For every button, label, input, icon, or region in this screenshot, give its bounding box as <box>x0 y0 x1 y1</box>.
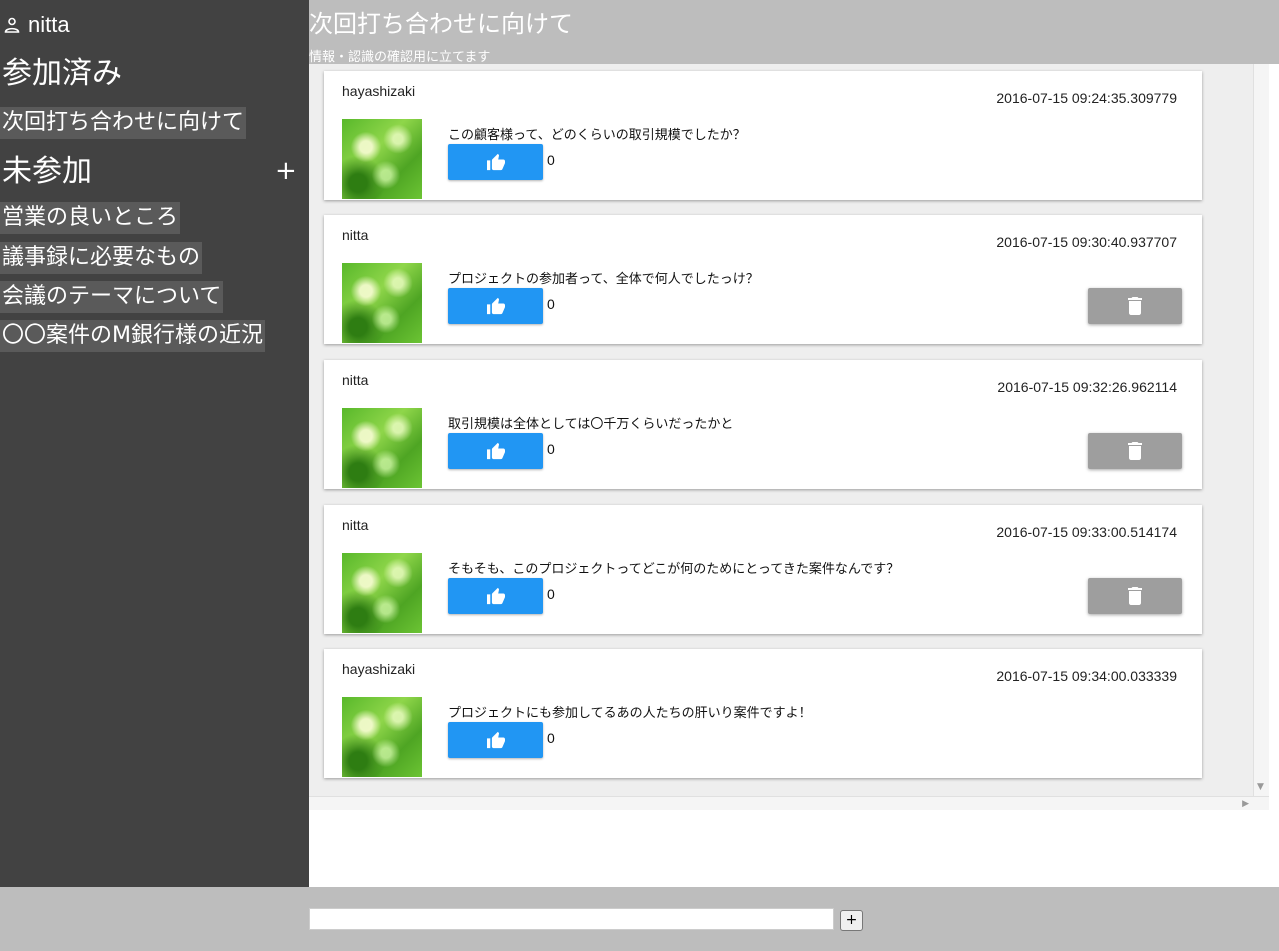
author-avatar-image <box>342 697 422 777</box>
message-timestamp: 2016-07-15 09:33:00.514174 <box>996 524 1177 540</box>
message-timestamp: 2016-07-15 09:24:35.309779 <box>996 90 1177 106</box>
message-list[interactable]: hayashizaki 2016-07-15 09:24:35.309779 こ… <box>309 64 1253 796</box>
delete-button[interactable] <box>1088 288 1182 324</box>
trash-icon <box>1128 297 1142 315</box>
author-avatar-image <box>342 408 422 488</box>
person-icon <box>4 17 20 33</box>
like-button[interactable] <box>448 288 543 324</box>
message-timestamp: 2016-07-15 09:34:00.033339 <box>996 668 1177 684</box>
unjoined-room-item[interactable]: 議事録に必要なもの <box>0 242 203 274</box>
message-card: hayashizaki 2016-07-15 09:34:00.033339 プ… <box>324 649 1202 778</box>
unjoined-room-item[interactable]: 会議のテーマについて <box>0 281 224 313</box>
message-composer: + <box>0 887 1279 951</box>
add-room-button[interactable]: + <box>275 157 297 185</box>
thumbs-up-icon <box>486 153 505 171</box>
thumbs-up-icon <box>486 442 505 460</box>
message-text: プロジェクトにも参加してるあの人たちの肝いり案件ですよ！ <box>448 706 812 721</box>
like-count: 0 <box>547 152 555 168</box>
message-text: プロジェクトの参加者って、全体で何人でしたっけ？ <box>448 272 759 287</box>
like-count: 0 <box>547 586 555 602</box>
vertical-scrollbar[interactable]: ▼ <box>1253 64 1269 796</box>
message-author: hayashizaki <box>342 661 416 677</box>
thumbs-up-icon <box>486 587 505 605</box>
message-author: hayashizaki <box>342 83 416 99</box>
thumbs-up-icon <box>486 297 505 315</box>
like-count: 0 <box>547 441 555 457</box>
message-card: nitta 2016-07-15 09:30:40.937707 プロジェクトの… <box>324 215 1202 344</box>
trash-icon <box>1128 442 1142 460</box>
message-timestamp: 2016-07-15 09:32:26.962114 <box>997 379 1177 395</box>
scroll-right-arrow-icon[interactable]: ▶ <box>1242 798 1249 810</box>
scroll-down-arrow-icon[interactable]: ▼ <box>1257 783 1264 792</box>
joined-rooms-heading: 参加済み <box>2 56 122 91</box>
thumbs-up-icon <box>486 731 505 749</box>
message-card: hayashizaki 2016-07-15 09:24:35.309779 こ… <box>324 71 1202 200</box>
room-title: 次回打ち合わせに向けて <box>309 10 573 38</box>
unjoined-rooms-heading: 未参加 <box>2 154 92 189</box>
sidebar: nitta 参加済み 次回打ち合わせに向けて 未参加 + 営業の良いところ 議事… <box>0 0 309 951</box>
current-user: nitta <box>4 10 70 40</box>
like-count: 0 <box>547 730 555 746</box>
message-author: nitta <box>342 227 369 243</box>
trash-icon <box>1128 587 1142 605</box>
delete-button[interactable] <box>1088 578 1182 614</box>
message-text: 取引規模は全体としては〇千万くらいだったかと <box>448 417 734 432</box>
message-timestamp: 2016-07-15 09:30:40.937707 <box>996 234 1177 250</box>
horizontal-scrollbar[interactable]: ▶ <box>309 796 1269 810</box>
message-card: nitta 2016-07-15 09:33:00.514174 そもそも、この… <box>324 505 1202 634</box>
unjoined-room-item[interactable]: 〇〇案件のM銀行様の近況 <box>0 320 265 352</box>
delete-button[interactable] <box>1088 433 1182 469</box>
send-button[interactable]: + <box>840 910 863 931</box>
like-button[interactable] <box>448 578 543 614</box>
message-card: nitta 2016-07-15 09:32:26.962114 取引規模は全体… <box>324 360 1202 489</box>
user-name: nitta <box>28 12 70 37</box>
message-author: nitta <box>342 372 369 388</box>
message-text: この顧客様って、どのくらいの取引規模でしたか？ <box>448 128 746 143</box>
author-avatar-image <box>342 553 422 633</box>
like-button[interactable] <box>448 144 543 180</box>
like-button[interactable] <box>448 433 543 469</box>
author-avatar-image <box>342 263 422 343</box>
like-button[interactable] <box>448 722 543 758</box>
unjoined-room-item[interactable]: 営業の良いところ <box>0 202 181 234</box>
author-avatar-image <box>342 119 422 199</box>
joined-room-item[interactable]: 次回打ち合わせに向けて <box>0 107 247 139</box>
message-text: そもそも、このプロジェクトってどこが何のためにとってきた案件なんです？ <box>448 562 900 577</box>
like-count: 0 <box>547 296 555 312</box>
message-author: nitta <box>342 517 369 533</box>
message-input[interactable] <box>309 908 834 930</box>
